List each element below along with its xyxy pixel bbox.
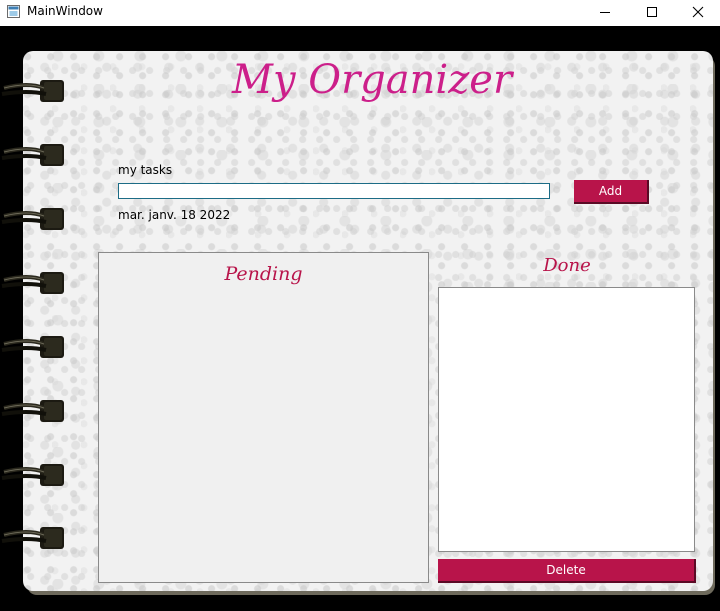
close-button[interactable] — [675, 0, 720, 24]
date-label: mar. janv. 18 2022 — [118, 208, 231, 222]
delete-button[interactable]: Delete — [438, 559, 696, 583]
maximize-icon — [647, 7, 657, 17]
minimize-icon — [600, 12, 610, 13]
add-button[interactable]: Add — [574, 180, 649, 204]
window-title: MainWindow — [27, 4, 103, 18]
spiral-ring-icon — [1, 272, 64, 294]
notebook-page: My Organizer my tasks Add mar. janv. 18 … — [23, 51, 713, 591]
app-title: My Organizer — [232, 57, 513, 103]
spiral-ring-icon — [1, 80, 64, 102]
window-client-area: My Organizer my tasks Add mar. janv. 18 … — [0, 26, 720, 611]
tasks-label: my tasks — [118, 163, 173, 177]
spiral-ring-icon — [1, 400, 64, 422]
app-window-icon — [7, 5, 20, 18]
spiral-ring-icon — [1, 336, 64, 358]
close-icon — [692, 6, 704, 18]
spiral-ring-icon — [1, 208, 64, 230]
spiral-ring-icon — [1, 464, 64, 486]
title-bar: MainWindow — [0, 0, 720, 26]
spiral-ring-icon — [1, 527, 64, 549]
pending-title: Pending — [224, 263, 303, 285]
maximize-button[interactable] — [629, 0, 675, 24]
done-title: Done — [543, 255, 591, 276]
minimize-button[interactable] — [582, 0, 628, 24]
done-list[interactable] — [438, 287, 695, 552]
task-input[interactable] — [118, 183, 550, 199]
pending-list[interactable]: Pending — [98, 252, 429, 583]
spiral-ring-icon — [1, 144, 64, 166]
